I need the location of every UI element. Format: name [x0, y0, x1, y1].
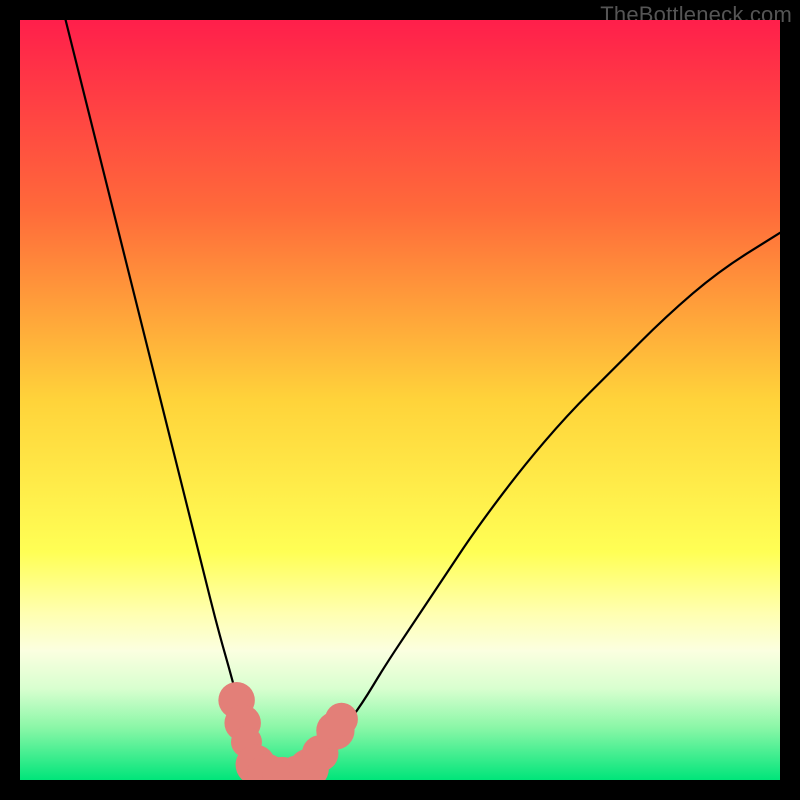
- marker-dot: [325, 703, 358, 736]
- chart-background: [20, 20, 780, 780]
- chart-svg: [20, 20, 780, 780]
- chart-frame: [20, 20, 780, 780]
